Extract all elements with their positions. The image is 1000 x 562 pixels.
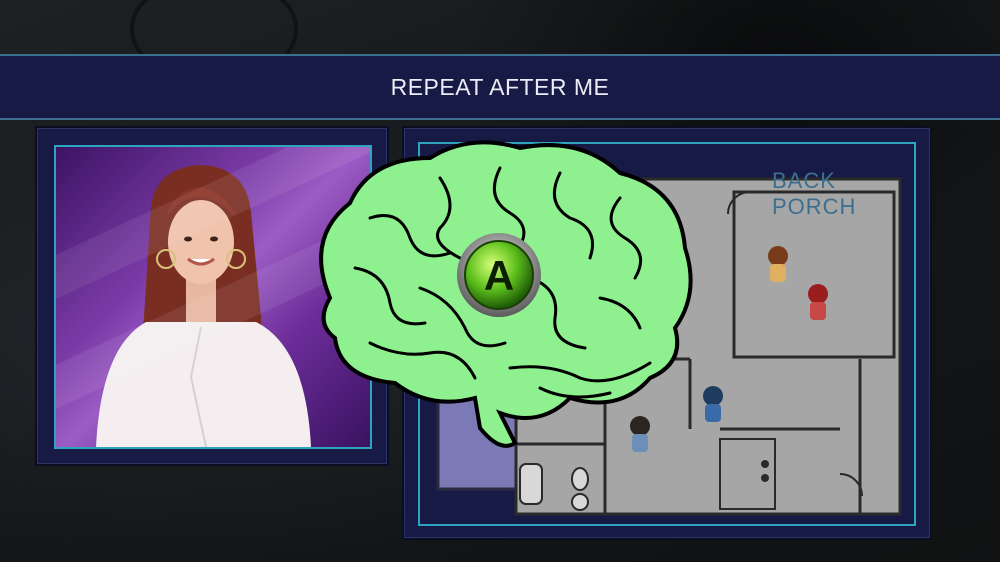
location-label: BACK PORCH [772,168,857,219]
title-bar: REPEAT AFTER ME [0,54,1000,120]
a-button-label: A [484,252,514,299]
a-button-icon[interactable]: A [456,232,542,318]
page-title: REPEAT AFTER ME [390,73,610,100]
